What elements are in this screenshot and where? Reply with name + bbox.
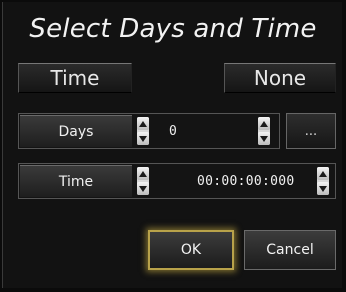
- time-right-up-button[interactable]: [317, 167, 329, 180]
- days-right-up-button[interactable]: [258, 117, 270, 130]
- time-left-spinner[interactable]: [137, 167, 149, 195]
- cancel-button[interactable]: Cancel: [244, 230, 336, 270]
- triangle-down-icon: [139, 185, 147, 192]
- days-left-down-button[interactable]: [137, 132, 149, 145]
- ok-button[interactable]: OK: [148, 230, 234, 270]
- days-row: Days 0: [18, 113, 280, 149]
- days-right-down-button[interactable]: [258, 132, 270, 145]
- days-label: Days: [20, 115, 132, 147]
- triangle-down-icon: [260, 135, 268, 142]
- dialog-title: Select Days and Time: [29, 14, 317, 44]
- days-left-spinner[interactable]: [137, 117, 149, 145]
- triangle-up-icon: [139, 120, 147, 127]
- triangle-up-icon: [139, 170, 147, 177]
- time-right-spinner[interactable]: [317, 167, 329, 195]
- days-more-button[interactable]: ...: [286, 113, 336, 149]
- triangle-up-icon: [319, 170, 327, 177]
- triangle-down-icon: [319, 185, 327, 192]
- time-left-up-button[interactable]: [137, 167, 149, 180]
- time-value-input[interactable]: 00:00:00:000: [197, 164, 295, 198]
- triangle-up-icon: [260, 120, 268, 127]
- days-left-up-button[interactable]: [137, 117, 149, 130]
- none-mode-button[interactable]: None: [224, 63, 336, 93]
- days-right-spinner[interactable]: [258, 117, 270, 145]
- time-label: Time: [20, 165, 132, 197]
- triangle-down-icon: [139, 135, 147, 142]
- time-row: Time 00:00:00:000: [18, 163, 336, 199]
- time-left-down-button[interactable]: [137, 182, 149, 195]
- time-right-down-button[interactable]: [317, 182, 329, 195]
- time-mode-button[interactable]: Time: [18, 63, 132, 93]
- days-value-input[interactable]: 0: [169, 114, 177, 148]
